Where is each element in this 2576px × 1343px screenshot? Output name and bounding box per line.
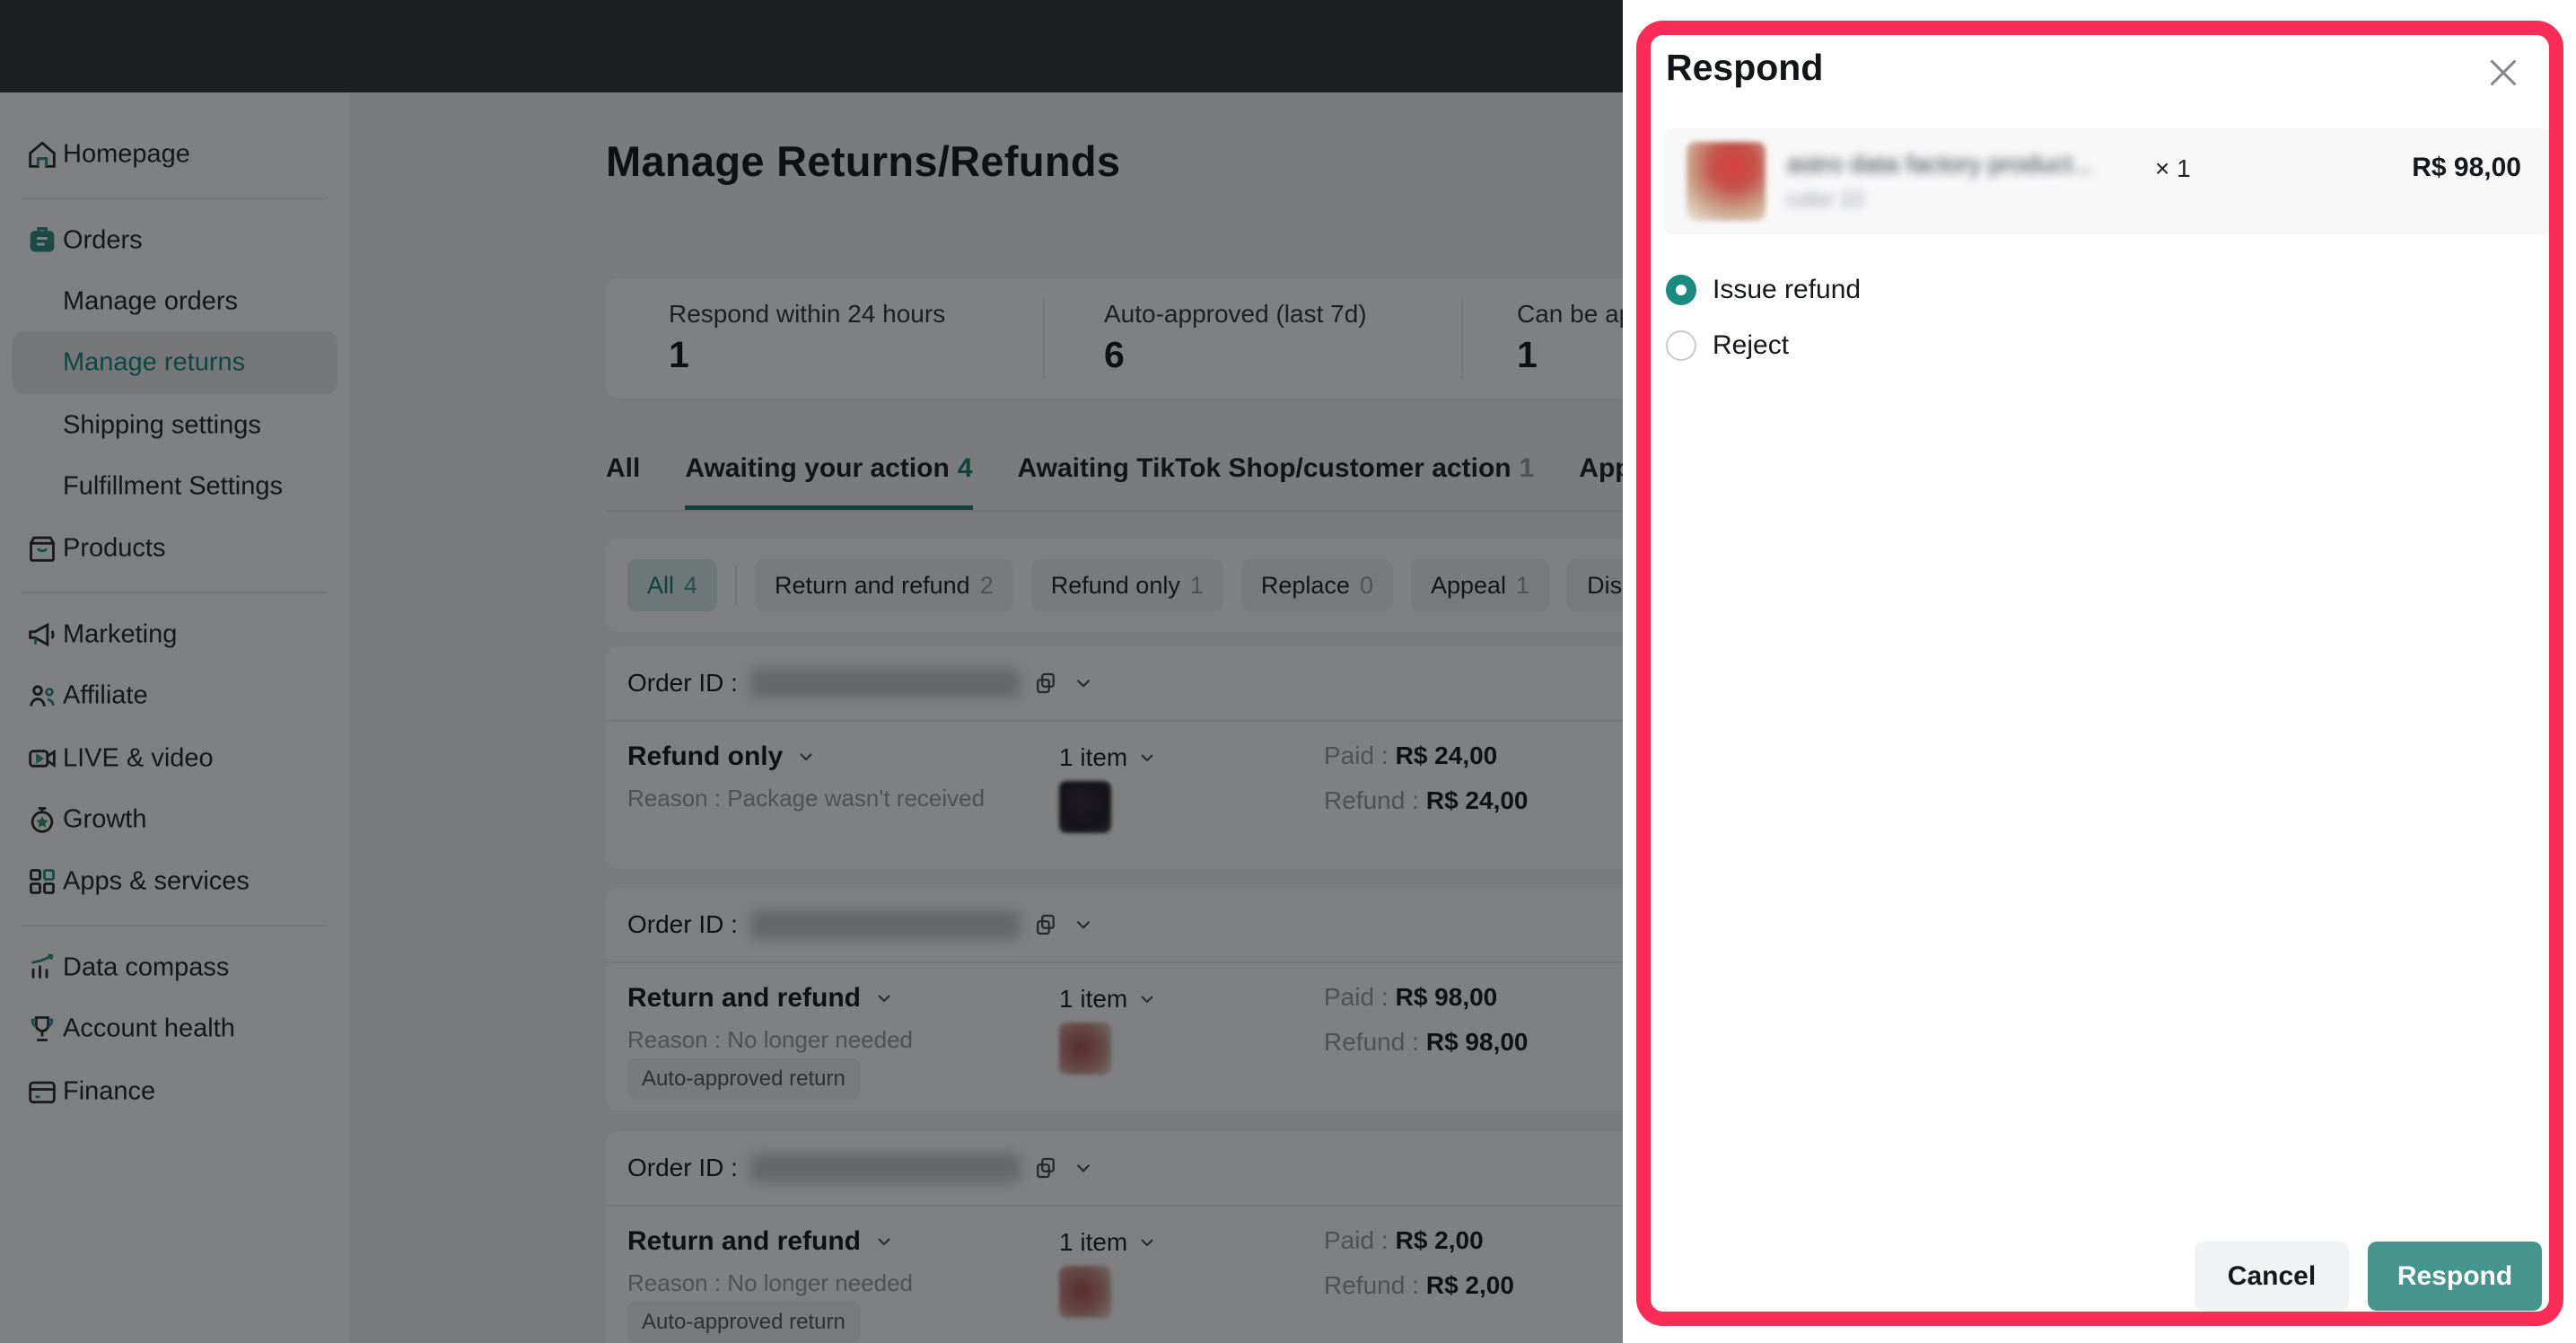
radio-selected-icon[interactable]	[1666, 275, 1696, 305]
app-root: Homepage Orders Manage orders Manage ret…	[0, 0, 2576, 1343]
respond-button[interactable]: Respond	[2368, 1242, 2542, 1311]
option-label: Reject	[1713, 330, 1790, 360]
cancel-button[interactable]: Cancel	[2195, 1242, 2349, 1311]
product-price: R$ 98,00	[2412, 153, 2521, 182]
respond-drawer: Respond astro data factory product... co…	[1623, 0, 2576, 1343]
product-quantity: × 1	[2155, 154, 2191, 182]
product-variant: color 10	[1787, 188, 1864, 212]
close-icon[interactable]	[2483, 52, 2524, 93]
product-summary-card: astro data factory product... color 10 ×…	[1663, 128, 2552, 234]
modal-title: Respond	[1666, 47, 1824, 88]
product-image	[1687, 142, 1766, 221]
radio-unselected-icon[interactable]	[1666, 330, 1696, 361]
option-reject[interactable]: Reject	[1666, 330, 1789, 361]
product-name: astro data factory product...	[1787, 150, 2093, 178]
option-label: Issue refund	[1713, 275, 1862, 304]
option-issue-refund[interactable]: Issue refund	[1666, 275, 1861, 305]
